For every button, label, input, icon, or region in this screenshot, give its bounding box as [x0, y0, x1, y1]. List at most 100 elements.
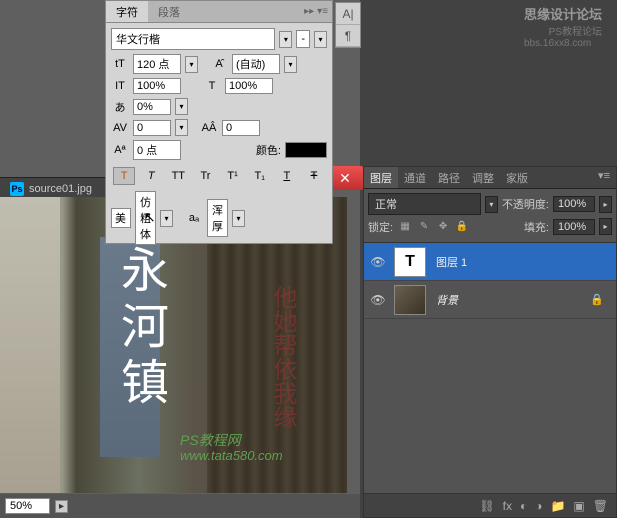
- tab-masks[interactable]: 家版: [500, 167, 534, 188]
- lock-position-icon[interactable]: ✥: [435, 220, 451, 234]
- opacity-label: 不透明度:: [502, 196, 549, 212]
- font-weight-select[interactable]: 仿粗体: [135, 191, 156, 245]
- text-plaque: 永河镇: [100, 237, 160, 457]
- baseline-pct-field[interactable]: 0%: [133, 99, 171, 115]
- wm-sub: bbs.16xx8.com: [524, 38, 602, 49]
- link-layers-icon[interactable]: ⛓: [479, 499, 494, 513]
- kerning-field[interactable]: 0: [133, 120, 171, 136]
- font-family-dropdown[interactable]: ▾: [279, 31, 292, 48]
- opacity-slider-icon[interactable]: ▸: [599, 196, 612, 213]
- text-style-row: T T TT Tr T¹ T₁ T Ŧ: [111, 164, 327, 188]
- baseline-shift-field[interactable]: 0 点: [133, 140, 181, 160]
- tab-paragraph[interactable]: 段落: [148, 1, 190, 22]
- kerning-icon: AV: [111, 121, 129, 135]
- image-url-1: PS教程网: [180, 430, 241, 450]
- aa-icon: aₐ: [185, 211, 203, 225]
- font-size-icon: tT: [111, 57, 129, 71]
- faux-bold-button[interactable]: T: [113, 167, 135, 185]
- tab-paths[interactable]: 路径: [432, 167, 466, 188]
- hscale-field[interactable]: 100%: [225, 78, 273, 94]
- tab-adjustments[interactable]: 调整: [466, 167, 500, 188]
- visibility-toggle[interactable]: 👁: [368, 293, 388, 307]
- wall-texture: [0, 197, 60, 493]
- layers-panel-tabs: 图层 通道 路径 调整 家版 ▾≡: [364, 167, 616, 189]
- leading-dropdown[interactable]: ▾: [284, 56, 297, 73]
- vscale-icon: IT: [111, 79, 129, 93]
- hscale-icon: T: [203, 79, 221, 93]
- lang-select[interactable]: 美: [111, 208, 131, 228]
- layers-panel-menu[interactable]: ▾≡: [592, 167, 616, 188]
- group-icon[interactable]: 📁: [550, 499, 565, 513]
- layer-name[interactable]: 背景: [432, 292, 584, 308]
- align-tool-icon[interactable]: A|: [336, 3, 360, 25]
- paragraph-tool-icon[interactable]: ¶: [336, 25, 360, 47]
- lock-all-icon[interactable]: 🔒: [454, 220, 470, 234]
- fill-slider-icon[interactable]: ▸: [599, 218, 612, 235]
- mask-icon[interactable]: ◐: [520, 499, 527, 513]
- lock-icon: 🔒: [590, 293, 604, 306]
- tab-channels[interactable]: 通道: [398, 167, 432, 188]
- superscript-button[interactable]: T¹: [222, 167, 244, 185]
- layer-thumb-bg[interactable]: [394, 285, 426, 315]
- aa-method-dropdown[interactable]: ▾: [232, 210, 245, 227]
- faux-italic-button[interactable]: T: [140, 167, 162, 185]
- baseline-pct-dropdown[interactable]: ▾: [175, 98, 188, 115]
- subscript-button[interactable]: T₁: [249, 167, 271, 185]
- image-url-2: www.tata580.com: [180, 448, 283, 463]
- leading-icon: А̂: [210, 57, 228, 71]
- lock-label: 锁定:: [368, 219, 393, 235]
- image-watermark-1: 他她帮依我缘: [265, 285, 300, 429]
- aa-method-select[interactable]: 浑厚: [207, 199, 228, 237]
- visibility-toggle[interactable]: 👁: [368, 255, 388, 269]
- vertical-text: 永河镇: [100, 237, 178, 421]
- layer-row[interactable]: 👁 背景 🔒: [364, 281, 616, 319]
- wm-title: 思缘设计论坛: [524, 7, 602, 22]
- ps-icon: Ps: [10, 182, 24, 196]
- right-tool-strip: A| ¶: [335, 2, 361, 48]
- layer-thumb-text[interactable]: T: [394, 247, 426, 277]
- panel-collapse-icon[interactable]: ▸▸: [304, 6, 314, 17]
- new-layer-icon[interactable]: ▣: [573, 499, 584, 513]
- lock-pixels-icon[interactable]: ✎: [416, 220, 432, 234]
- panel-menu-icon[interactable]: ▾≡: [317, 6, 328, 17]
- kerning-dropdown[interactable]: ▾: [175, 119, 188, 136]
- tracking-field[interactable]: 0: [222, 120, 260, 136]
- opacity-field[interactable]: 100%: [553, 196, 595, 212]
- adjustment-icon[interactable]: ◑: [535, 499, 542, 513]
- fill-label: 填充:: [524, 219, 549, 235]
- tab-layers[interactable]: 图层: [364, 167, 398, 188]
- allcaps-button[interactable]: TT: [167, 167, 189, 185]
- baseline-shift-icon: Aª: [111, 143, 129, 157]
- layers-panel: 图层 通道 路径 调整 家版 ▾≡ 正常 ▾ 不透明度: 100% ▸ 锁定: …: [363, 166, 617, 518]
- baseline-pct-icon: あ: [111, 100, 129, 114]
- font-weight-dropdown[interactable]: ▾: [160, 210, 173, 227]
- layer-name[interactable]: 图层 1: [432, 254, 612, 270]
- layer-row[interactable]: 👁 T 图层 1: [364, 243, 616, 281]
- blend-dropdown[interactable]: ▾: [485, 196, 498, 213]
- font-family-select[interactable]: 华文行楷: [111, 28, 275, 50]
- leading-field[interactable]: (自动): [232, 54, 280, 74]
- font-style-select[interactable]: -: [296, 30, 310, 48]
- lock-transparent-icon[interactable]: ▦: [397, 220, 413, 234]
- blend-mode-select[interactable]: 正常: [368, 193, 481, 215]
- underline-button[interactable]: T: [276, 167, 298, 185]
- vscale-field[interactable]: 100%: [133, 78, 181, 94]
- character-panel-tabs: 字符 段落 ▸▸ ▾≡: [106, 1, 332, 23]
- strikethrough-button[interactable]: Ŧ: [303, 167, 325, 185]
- text-color-swatch[interactable]: [285, 142, 327, 158]
- tab-character[interactable]: 字符: [106, 1, 148, 22]
- font-style-dropdown[interactable]: ▾: [314, 31, 327, 48]
- zoom-dropdown[interactable]: ▸: [55, 500, 68, 513]
- delete-layer-icon[interactable]: 🗑: [593, 499, 608, 513]
- zoom-field[interactable]: 50%: [5, 498, 50, 514]
- character-panel: 字符 段落 ▸▸ ▾≡ 华文行楷 ▾ - ▾ tT 120 点 ▾ А̂ (自动…: [105, 0, 333, 244]
- font-size-field[interactable]: 120 点: [133, 54, 181, 74]
- layers-panel-footer: ⛓ fx ◐ ◑ 📁 ▣ 🗑: [364, 493, 616, 517]
- fill-field[interactable]: 100%: [553, 219, 595, 235]
- font-size-dropdown[interactable]: ▾: [185, 56, 198, 73]
- fx-icon[interactable]: fx: [503, 499, 512, 513]
- page-watermark: 思缘设计论坛 PS教程论坛 bbs.16xx8.com: [524, 4, 602, 49]
- doc-filename: source01.jpg: [29, 183, 92, 195]
- status-bar: 50% ▸: [0, 494, 360, 518]
- smallcaps-button[interactable]: Tr: [194, 167, 216, 185]
